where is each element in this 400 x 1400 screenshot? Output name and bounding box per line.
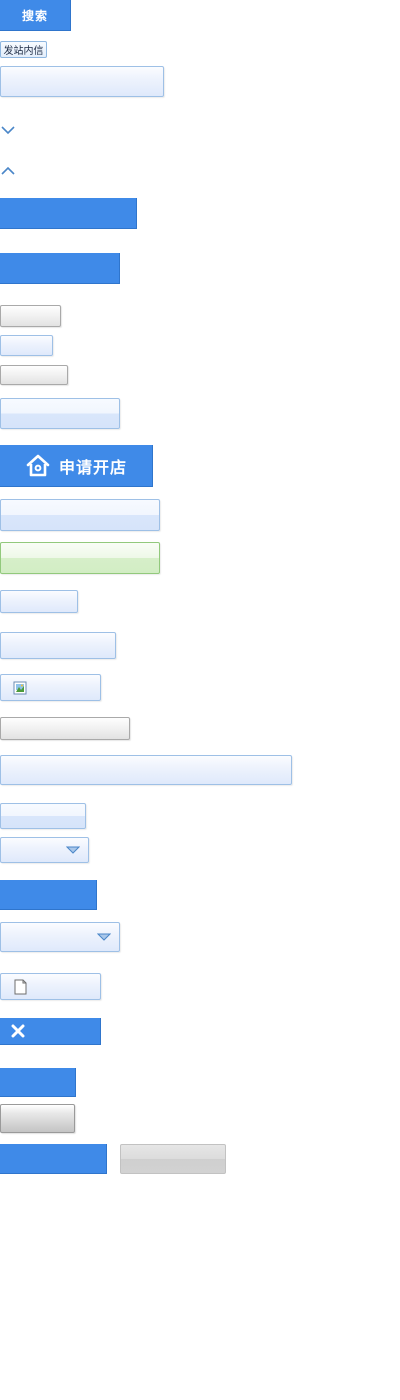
blue-button-wide[interactable] (0, 198, 137, 229)
send-message-button[interactable]: 发站内信 (0, 41, 47, 58)
long-input-box[interactable] (0, 755, 292, 785)
dropdown-select-wide[interactable] (0, 922, 120, 952)
gray-button-dark[interactable] (0, 1104, 75, 1133)
chevron-up-icon[interactable] (0, 165, 15, 175)
blue-split-button-short[interactable] (0, 803, 86, 829)
gray-button-wide[interactable] (0, 717, 130, 740)
blue-split-button[interactable] (0, 398, 120, 429)
chevron-up-icon-svg (0, 166, 15, 175)
apply-shop-button[interactable]: 申请开店 (0, 445, 153, 487)
blue-button-medium-solid[interactable] (0, 880, 97, 910)
dropdown-select-small[interactable] (0, 837, 89, 863)
close-button[interactable] (0, 1018, 101, 1045)
send-message-label: 发站内信 (3, 46, 44, 57)
search-button-label: 搜索 (21, 8, 48, 23)
blue-button-short-solid[interactable] (0, 1068, 76, 1097)
dropdown-arrow-icon (66, 846, 80, 854)
blue-button-final[interactable] (0, 1144, 107, 1174)
chevron-down-icon[interactable] (0, 125, 15, 135)
dropdown-arrow-icon (97, 933, 111, 941)
gray-button-small[interactable] (0, 305, 61, 327)
image-button[interactable] (0, 674, 101, 701)
document-button[interactable] (0, 973, 101, 1000)
house-icon (26, 454, 50, 476)
search-button[interactable]: 搜索 (0, 0, 71, 31)
green-split-button[interactable] (0, 542, 160, 574)
blue-button-small[interactable] (0, 335, 53, 356)
blue-split-button-wide[interactable] (0, 499, 160, 531)
gray-button-medium[interactable] (0, 365, 68, 385)
blue-button-medium[interactable] (0, 632, 116, 659)
text-input-box[interactable] (0, 66, 164, 97)
image-icon (13, 681, 27, 694)
disabled-button (120, 1144, 226, 1174)
close-icon (11, 1024, 25, 1038)
apply-shop-label: 申请开店 (58, 457, 127, 477)
blue-button[interactable] (0, 253, 120, 284)
chevron-down-icon-svg (0, 125, 15, 134)
blue-button-short[interactable] (0, 590, 78, 613)
document-icon (14, 979, 27, 994)
